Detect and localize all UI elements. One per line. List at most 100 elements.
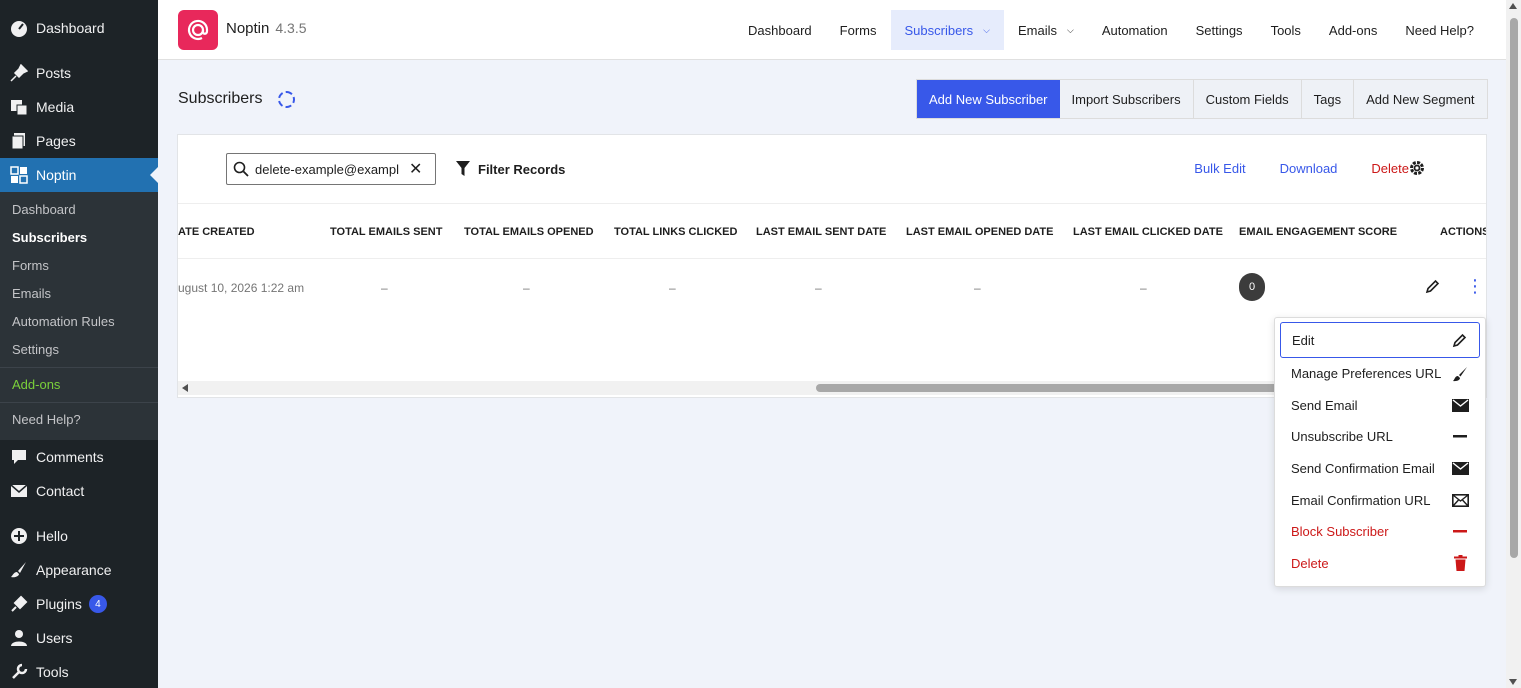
nav-subscribers[interactable]: Subscribers ⌵ [890, 10, 1004, 50]
menu-item-edit[interactable]: Edit [1280, 322, 1480, 358]
import-subscribers-button[interactable]: Import Subscribers [1060, 80, 1194, 118]
nav-addons[interactable]: Add-ons [1315, 10, 1391, 50]
noptin-icon [10, 166, 28, 184]
column-date-created[interactable]: ATE CREATED [178, 226, 255, 238]
bulk-edit-button[interactable]: Bulk Edit [1177, 161, 1262, 176]
envelope-icon [1451, 396, 1469, 414]
menu-item-block-subscriber[interactable]: Block Subscriber [1280, 516, 1480, 548]
sidebar-item-label: Posts [36, 65, 72, 81]
tags-button[interactable]: Tags [1302, 80, 1355, 118]
search-icon [233, 161, 249, 177]
noptin-submenu: Dashboard Subscribers Forms Emails Autom… [0, 192, 158, 440]
nav-forms[interactable]: Forms [826, 10, 891, 50]
menu-item-label: Block Subscriber [1291, 524, 1389, 540]
menu-item-label: Delete [1291, 555, 1329, 571]
sidebar-item-dashboard[interactable]: Dashboard [0, 11, 158, 45]
gear-icon[interactable] [1408, 159, 1426, 182]
submenu-emails[interactable]: Emails [0, 280, 158, 308]
submenu-dashboard[interactable]: Dashboard [0, 196, 158, 224]
horizontal-scrollbar-thumb[interactable] [816, 384, 1316, 392]
search-input[interactable] [255, 161, 403, 177]
column-total-links-clicked[interactable]: TOTAL LINKS CLICKED [614, 226, 737, 238]
page-scrollbar[interactable] [1506, 0, 1521, 688]
menu-item-label: Email Confirmation URL [1291, 492, 1431, 508]
noptin-logo[interactable] [178, 10, 218, 50]
sidebar-item-media[interactable]: Media [0, 90, 158, 124]
sidebar-item-noptin[interactable]: Noptin [0, 158, 158, 192]
submenu-addons[interactable]: Add-ons [0, 371, 158, 399]
column-email-engagement-score[interactable]: EMAIL ENGAGEMENT SCORE [1239, 226, 1397, 238]
nav-settings[interactable]: Settings [1182, 10, 1257, 50]
menu-item-manage-preferences-url[interactable]: Manage Preferences URL [1280, 358, 1480, 390]
menu-item-send-confirmation-email[interactable]: Send Confirmation Email [1280, 453, 1480, 485]
trash-icon [1451, 554, 1469, 572]
scroll-down-arrow-icon[interactable] [1509, 679, 1517, 685]
cell-last-clicked: – [1140, 281, 1147, 295]
sidebar-item-label: Users [36, 630, 73, 646]
nav-label: Tools [1270, 22, 1301, 38]
engagement-score-badge: 0 [1239, 273, 1265, 301]
sidebar-item-comments[interactable]: Comments [0, 440, 158, 474]
nav-need-help[interactable]: Need Help? [1391, 10, 1506, 50]
cell-links-clicked: – [669, 281, 676, 295]
custom-fields-button[interactable]: Custom Fields [1194, 80, 1302, 118]
scroll-left-arrow-icon[interactable] [182, 384, 188, 392]
refresh-icon[interactable] [278, 91, 295, 108]
submenu-subscribers[interactable]: Subscribers [0, 224, 158, 252]
sidebar-item-label: Comments [36, 449, 104, 465]
filter-records-button[interactable]: Filter Records [456, 161, 565, 177]
pencil-icon[interactable] [1425, 279, 1440, 299]
column-last-email-opened-date[interactable]: LAST EMAIL OPENED DATE [906, 226, 1054, 238]
sidebar-item-contact[interactable]: Contact [0, 474, 158, 508]
mail-icon [10, 482, 28, 500]
sidebar-item-users[interactable]: Users [0, 621, 158, 655]
table-row[interactable]: ugust 10, 2026 1:22 am – – – – – – 0 ⋮ [178, 259, 1486, 319]
menu-item-email-confirmation-url[interactable]: Email Confirmation URL [1280, 484, 1480, 516]
sidebar-item-label: Pages [36, 133, 76, 149]
cell-emails-opened: – [523, 281, 530, 295]
submenu-automation-rules[interactable]: Automation Rules [0, 308, 158, 336]
nav-dashboard[interactable]: Dashboard [734, 10, 826, 50]
menu-item-label: Manage Preferences URL [1291, 366, 1442, 382]
scrollbar-thumb[interactable] [1510, 18, 1518, 558]
menu-item-unsubscribe-url[interactable]: Unsubscribe URL [1280, 421, 1480, 453]
sidebar-item-posts[interactable]: Posts [0, 56, 158, 90]
submenu-forms[interactable]: Forms [0, 252, 158, 280]
header-button-group: Add New Subscriber Import Subscribers Cu… [916, 79, 1488, 119]
scroll-up-arrow-icon[interactable] [1509, 3, 1517, 9]
submenu-settings[interactable]: Settings [0, 336, 158, 364]
sidebar-item-label: Plugins [36, 596, 82, 612]
clear-search-icon[interactable]: ✕ [409, 159, 422, 179]
column-total-emails-sent[interactable]: TOTAL EMAILS SENT [330, 226, 442, 238]
menu-item-label: Unsubscribe URL [1291, 429, 1393, 445]
menu-item-send-email[interactable]: Send Email [1280, 390, 1480, 422]
column-last-email-clicked-date[interactable]: LAST EMAIL CLICKED DATE [1073, 226, 1223, 238]
cell-date-created: ugust 10, 2026 1:22 am [178, 281, 305, 295]
plug-icon [10, 595, 28, 613]
column-last-email-sent-date[interactable]: LAST EMAIL SENT DATE [756, 226, 886, 238]
nav-emails[interactable]: Emails ⌵ [1004, 10, 1088, 50]
nav-automation[interactable]: Automation [1088, 10, 1182, 50]
add-new-segment-button[interactable]: Add New Segment [1354, 80, 1486, 118]
sidebar-item-label: Hello [36, 528, 68, 544]
sidebar-item-appearance[interactable]: Appearance [0, 553, 158, 587]
submenu-need-help[interactable]: Need Help? [0, 406, 158, 434]
menu-item-delete[interactable]: Delete [1280, 548, 1480, 580]
add-new-subscriber-button[interactable]: Add New Subscriber [917, 80, 1060, 118]
comment-icon [10, 448, 28, 466]
filter-icon [456, 161, 470, 176]
sidebar-item-tools[interactable]: Tools [0, 655, 158, 688]
plugins-update-badge: 4 [88, 595, 107, 613]
divider [0, 402, 158, 403]
sidebar-item-plugins[interactable]: Plugins 4 [0, 587, 158, 621]
sidebar-item-pages[interactable]: Pages [0, 124, 158, 158]
nav-label: Automation [1101, 22, 1168, 38]
sidebar-item-hello[interactable]: Hello [0, 519, 158, 553]
column-total-emails-opened[interactable]: TOTAL EMAILS OPENED [464, 226, 594, 238]
version-label: 4.3.5 [275, 20, 307, 36]
more-actions-icon[interactable]: ⋮ [1466, 277, 1484, 295]
brand-name: Noptin 4.3.5 [226, 20, 307, 37]
download-button[interactable]: Download [1263, 161, 1355, 176]
chevron-down-icon: ⌵ [1066, 24, 1074, 35]
nav-tools[interactable]: Tools [1257, 10, 1315, 50]
